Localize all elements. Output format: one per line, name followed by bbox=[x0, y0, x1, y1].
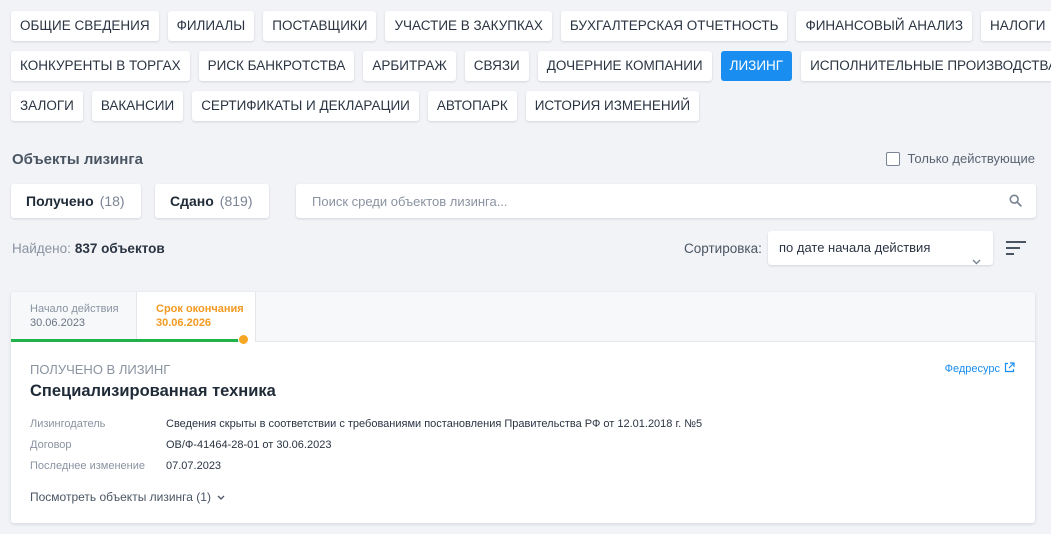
detail-row-last-change: Последнее изменение 07.07.2023 bbox=[30, 460, 1016, 481]
search-input[interactable] bbox=[296, 184, 986, 218]
section-tabs: ОБЩИЕ СВЕДЕНИЯ ФИЛИАЛЫ ПОСТАВЩИКИ УЧАСТИЕ В… bbox=[11, 11, 1051, 131]
contract-label: Договор bbox=[30, 439, 72, 451]
timeline-start-date: 30.06.2023 bbox=[30, 317, 86, 329]
last-change-value: 07.07.2023 bbox=[166, 460, 222, 472]
only-active-filter[interactable]: Только действующие bbox=[885, 151, 1036, 166]
tab-1-3[interactable]: СВЯЗИ bbox=[464, 51, 529, 81]
card-body: ПОЛУЧЕНО В ЛИЗИНГ Федресурс Специализиро… bbox=[11, 342, 1035, 504]
last-change-label: Последнее изменение bbox=[30, 460, 146, 472]
detail-row-lessor: Лизингодатель Сведения скрыты в соответс… bbox=[30, 418, 1016, 439]
received-label: Получено bbox=[26, 193, 94, 209]
tab-row: ЗАЛОГИ ВАКАНСИИ СЕРТИФИКАТЫ И ДЕКЛАРАЦИИ АВ… bbox=[11, 91, 1046, 121]
only-active-checkbox[interactable] bbox=[885, 151, 900, 166]
leasing-kind: ПОЛУЧЕНО В ЛИЗИНГ bbox=[30, 362, 171, 377]
show-leasing-objects-label: Посмотреть объекты лизинга (1) bbox=[30, 490, 211, 504]
tab-0-5[interactable]: ФИНАНСОВЫЙ АНАЛИЗ bbox=[796, 11, 973, 41]
leasing-details: Лизингодатель Сведения скрыты в соответс… bbox=[30, 418, 1016, 481]
fedresurs-link-label: Федресурс bbox=[944, 363, 1000, 375]
sort-select[interactable]: по дате начала действия bbox=[768, 231, 993, 265]
tab-0-6[interactable]: НАЛОГИ bbox=[981, 11, 1051, 41]
search-icon[interactable] bbox=[1009, 194, 1022, 212]
tab-0-0[interactable]: ОБЩИЕ СВЕДЕНИЯ bbox=[11, 11, 159, 41]
external-link-icon bbox=[1004, 362, 1015, 376]
tab-0-3[interactable]: УЧАСТИЕ В ЗАКУПКАХ bbox=[385, 11, 552, 41]
tab-2-4[interactable]: ИСТОРИЯ ИЗМЕНЕНИЙ bbox=[525, 91, 700, 121]
tab-1-6[interactable]: ИСПОЛНИТЕЛЬНЫЕ ПРОИЗВОДСТВА bbox=[801, 51, 1051, 81]
received-filter-button[interactable]: Получено (18) bbox=[11, 184, 141, 218]
detail-row-contract: Договор ОВ/Ф-41464-28-01 от 30.06.2023 bbox=[30, 439, 1016, 460]
tab-1-1[interactable]: РИСК БАНКРОТСТВА bbox=[198, 51, 355, 81]
fedresurs-link[interactable]: Федресурс bbox=[945, 362, 1015, 376]
only-active-label: Только действующие bbox=[907, 151, 1036, 166]
section-title: Объекты лизинга bbox=[12, 151, 143, 168]
sort-selected-value: по дате начала действия bbox=[779, 240, 931, 255]
results-count: Найдено: 837 объектов bbox=[12, 241, 165, 256]
found-value: 837 объектов bbox=[74, 241, 165, 256]
tab-row: ОБЩИЕ СВЕДЕНИЯ ФИЛИАЛЫ ПОСТАВЩИКИ УЧАСТИЕ В… bbox=[11, 11, 1051, 41]
tab-2-1[interactable]: ВАКАНСИИ bbox=[91, 91, 184, 121]
lessor-label: Лизингодатель bbox=[30, 418, 106, 430]
given-filter-button[interactable]: Сдано (819) bbox=[155, 184, 269, 218]
timeline-start: Начало действия 30.06.2023 bbox=[11, 292, 137, 342]
tab-1-4[interactable]: ДОЧЕРНИЕ КОМПАНИИ bbox=[537, 51, 712, 81]
sort-order-icon[interactable] bbox=[1005, 239, 1027, 262]
tab-1-5[interactable]: ЛИЗИНГ bbox=[720, 51, 793, 81]
leasing-card: Начало действия 30.06.2023 Срок окончани… bbox=[11, 292, 1035, 523]
tab-1-2[interactable]: АРБИТРАЖ bbox=[363, 51, 456, 81]
leasing-object-title: Специализированная техника bbox=[30, 382, 276, 400]
sort-label: Сортировка: bbox=[684, 241, 762, 256]
tab-0-1[interactable]: ФИЛИАЛЫ bbox=[167, 11, 255, 41]
contract-value: ОВ/Ф-41464-28-01 от 30.06.2023 bbox=[166, 439, 332, 451]
timeline-start-label: Начало действия bbox=[30, 303, 119, 315]
show-leasing-objects-button[interactable]: Посмотреть объекты лизинга (1) bbox=[30, 490, 1016, 504]
lessor-value: Сведения скрыты в соответствии с требова… bbox=[166, 418, 703, 430]
timeline-end-label: Срок окончания bbox=[156, 303, 244, 315]
given-label: Сдано bbox=[170, 193, 214, 209]
chevron-down-icon bbox=[217, 490, 225, 504]
found-label: Найдено: bbox=[12, 241, 71, 256]
tab-1-0[interactable]: КОНКУРЕНТЫ В ТОРГАХ bbox=[11, 51, 190, 81]
search-box bbox=[296, 184, 1036, 218]
tab-2-2[interactable]: СЕРТИФИКАТЫ И ДЕКЛАРАЦИИ bbox=[192, 91, 419, 121]
tab-row: КОНКУРЕНТЫ В ТОРГАХ РИСК БАНКРОТСТВА АРБИТ… bbox=[11, 51, 1051, 81]
timeline-end-date: 30.06.2026 bbox=[156, 317, 212, 329]
timeline-end: Срок окончания 30.06.2026 bbox=[137, 292, 256, 342]
chevron-down-icon bbox=[972, 244, 981, 278]
tab-0-2[interactable]: ПОСТАВЩИКИ bbox=[263, 11, 377, 41]
tab-2-3[interactable]: АВТОПАРК bbox=[427, 91, 517, 121]
received-count: (18) bbox=[99, 193, 125, 209]
leasing-timeline: Начало действия 30.06.2023 Срок окончани… bbox=[11, 292, 1035, 345]
given-count: (819) bbox=[219, 193, 253, 209]
tab-0-4[interactable]: БУХГАЛТЕРСКАЯ ОТЧЕТНОСТЬ bbox=[560, 11, 788, 41]
tab-2-0[interactable]: ЗАЛОГИ bbox=[11, 91, 83, 121]
